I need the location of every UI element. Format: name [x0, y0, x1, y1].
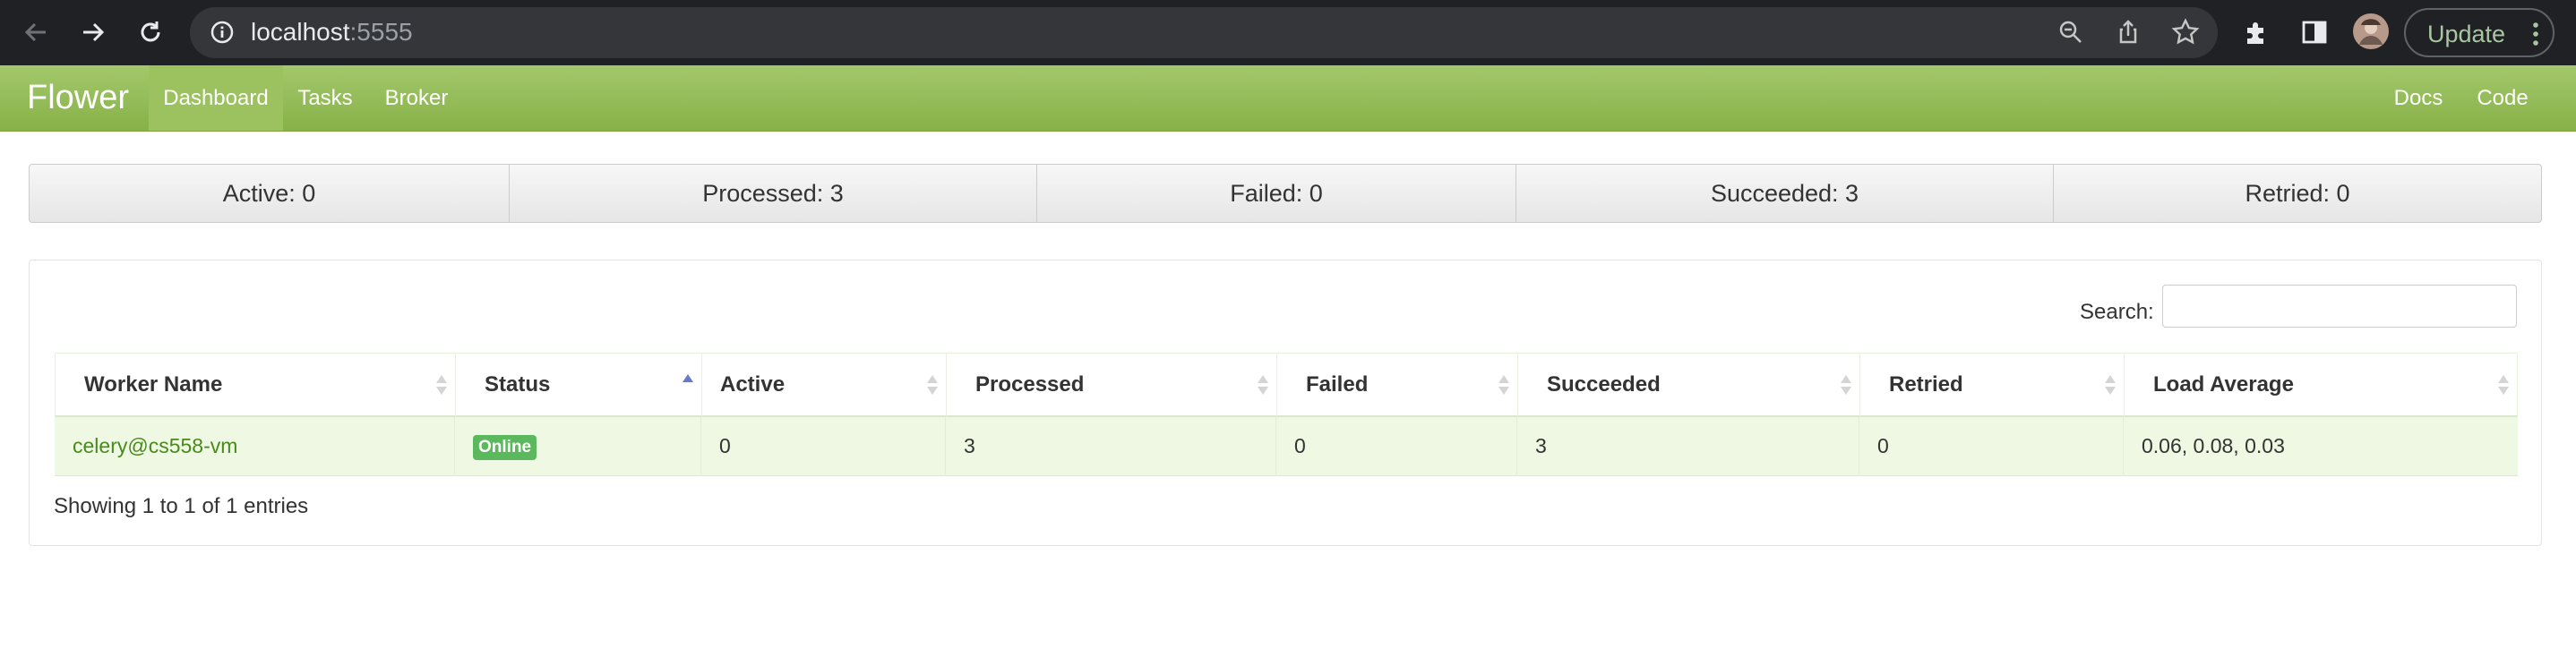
cell-active: 0 — [701, 417, 946, 474]
sort-both-icon — [2105, 375, 2116, 395]
address-bar[interactable] — [190, 7, 2218, 58]
sort-both-icon — [1258, 375, 1268, 395]
flower-navbar: Flower Dashboard Tasks Broker Docs Code — [0, 65, 2576, 132]
active-value: 0 — [719, 434, 731, 457]
cell-worker-name: celery@cs558-vm — [55, 417, 455, 474]
url-text: localhost:5555 — [251, 16, 413, 48]
update-button[interactable]: Update — [2404, 8, 2555, 57]
sort-both-icon — [1841, 375, 1851, 395]
search-input[interactable] — [2162, 285, 2517, 328]
summary-succeeded: Succeeded: 3 — [1516, 165, 2054, 222]
cell-load-average: 0.06, 0.08, 0.03 — [2124, 417, 2516, 474]
site-info-icon[interactable] — [206, 16, 238, 48]
sort-both-icon — [436, 375, 447, 395]
column-label: Active — [720, 372, 786, 397]
column-label: Retried — [1889, 372, 1963, 397]
sort-both-icon — [927, 375, 938, 395]
cell-processed: 3 — [946, 417, 1276, 474]
nav-broker[interactable]: Broker — [376, 65, 457, 131]
nav-docs[interactable]: Docs — [2386, 65, 2451, 131]
more-menu-icon[interactable] — [2531, 20, 2540, 53]
summary-retried: Retried: 0 — [2245, 180, 2350, 207]
back-icon[interactable] — [20, 16, 52, 48]
nav-code[interactable]: Code — [2465, 65, 2540, 131]
column-header-processed[interactable]: Processed — [947, 354, 1277, 416]
side-panel-icon[interactable] — [2298, 16, 2331, 48]
table-info: Showing 1 to 1 of 1 entries — [54, 494, 309, 518]
column-label: Load Average — [2153, 372, 2294, 397]
nav-tasks[interactable]: Tasks — [288, 65, 362, 131]
forward-icon[interactable] — [77, 16, 109, 48]
column-label: Status — [485, 372, 551, 397]
column-header-retried[interactable]: Retried — [1860, 354, 2125, 416]
failed-value: 0 — [1294, 434, 1306, 457]
succeeded-value: 3 — [1535, 434, 1547, 457]
worker-link[interactable]: celery@cs558-vm — [73, 417, 237, 474]
browser-toolbar: localhost:5555 Update — [0, 0, 2576, 65]
load-average-value: 0.06, 0.08, 0.03 — [2142, 434, 2285, 457]
share-icon[interactable] — [2112, 16, 2144, 48]
column-header-active[interactable]: Active — [702, 354, 947, 416]
search-label: Search: — [2080, 300, 2154, 324]
retried-value: 0 — [1877, 434, 1889, 457]
bookmark-star-icon[interactable] — [2169, 16, 2202, 48]
zoom-icon[interactable] — [2055, 16, 2087, 48]
brand-logo[interactable]: Flower — [27, 78, 129, 117]
table-row: celery@cs558-vm Online 0 3 0 3 0 0.06, 0… — [55, 417, 2518, 476]
summary-processed: Processed: 3 — [510, 165, 1037, 222]
table-header: Worker Name Status Active Processed Fail… — [55, 353, 2518, 417]
url-port: :5555 — [349, 18, 413, 46]
cell-failed: 0 — [1276, 417, 1517, 474]
column-label: Succeeded — [1547, 372, 1661, 397]
summary-failed: Failed: 0 — [1037, 165, 1516, 222]
update-label: Update — [2427, 21, 2506, 47]
nav-dashboard[interactable]: Dashboard — [149, 65, 283, 131]
sort-ascending-icon — [683, 374, 693, 382]
column-label: Processed — [975, 372, 1085, 397]
reload-icon[interactable] — [134, 16, 167, 48]
column-label: Worker Name — [84, 372, 223, 397]
cell-retried: 0 — [1859, 417, 2124, 474]
cell-succeeded: 3 — [1517, 417, 1859, 474]
column-header-status[interactable]: Status — [456, 354, 702, 416]
cell-status: Online — [455, 417, 701, 474]
status-badge: Online — [473, 435, 537, 460]
processed-value: 3 — [964, 434, 975, 457]
avatar[interactable] — [2352, 13, 2390, 50]
url-host: localhost — [251, 18, 350, 46]
column-header-load-average[interactable]: Load Average — [2125, 354, 2517, 416]
sort-both-icon — [2498, 375, 2509, 395]
summary-active: Active: 0 — [30, 165, 510, 222]
column-header-succeeded[interactable]: Succeeded — [1518, 354, 1860, 416]
summary-bar: Active: 0 Processed: 3 Failed: 0 Succeed… — [29, 164, 2542, 223]
column-header-worker-name[interactable]: Worker Name — [56, 354, 456, 416]
column-header-failed[interactable]: Failed — [1277, 354, 1518, 416]
sort-both-icon — [1498, 375, 1509, 395]
extensions-icon[interactable] — [2241, 16, 2273, 48]
column-label: Failed — [1306, 372, 1369, 397]
